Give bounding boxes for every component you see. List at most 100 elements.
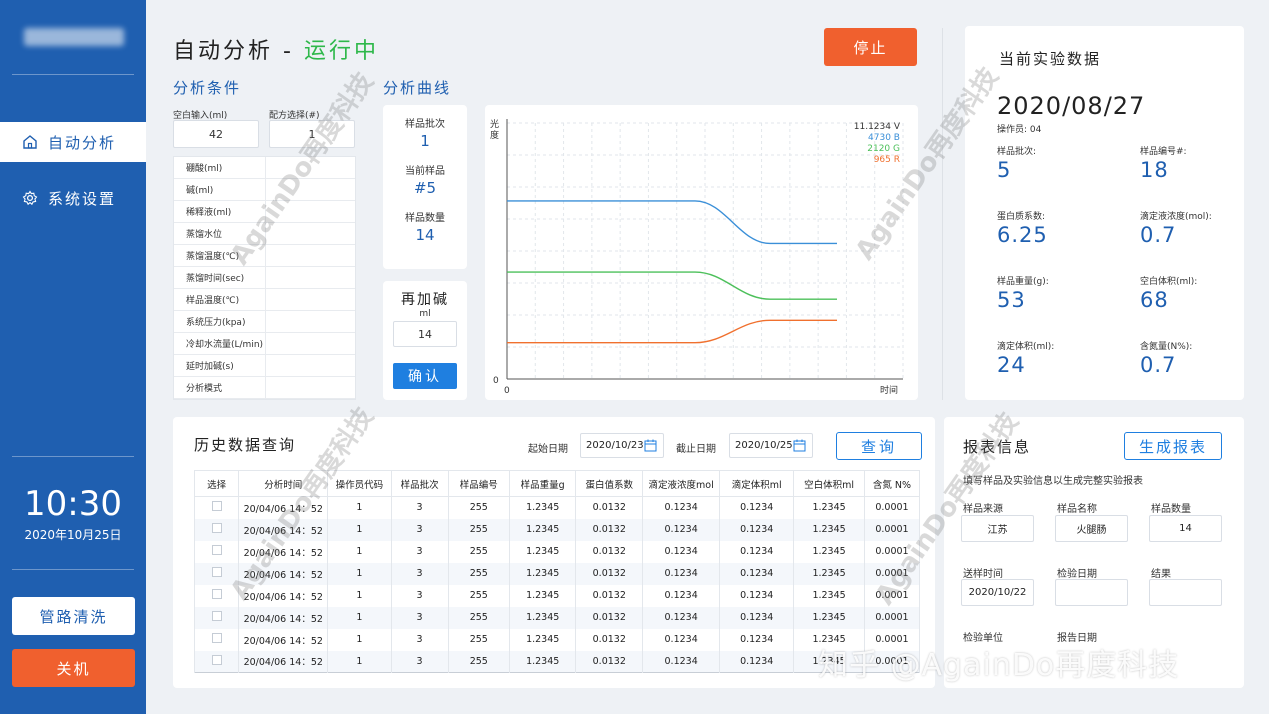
sidebar: 自动分析 系统设置 10:30 2020年10月25日 管路清洗 关机 [0,0,146,714]
table-cell: 20/04/06 14：52 [238,562,329,585]
column-header: 样品编号 [447,470,510,497]
sample-name-input[interactable]: 火腿肠 [1055,515,1128,542]
field-label: 样品批次: [997,147,1037,157]
row-checkbox[interactable] [211,611,222,621]
clock-time: 10:30 [24,484,122,524]
row-checkbox[interactable] [211,567,222,577]
legend-entry: 2120 G [867,144,900,154]
column-header: 蛋白值系数 [575,470,644,497]
table-cell: 0.0001 [863,584,921,607]
condition-value [266,157,355,178]
condition-row: 蒸馏温度(℃) [174,245,355,267]
table-cell: 255 [447,606,510,629]
table-cell: 0.1234 [642,584,721,607]
blank-input-field[interactable]: 42 [173,120,259,148]
table-row[interactable]: 20/04/06 14：52 1 3 255 1.2345 0.0132 0.1234 0.1… [193,628,921,651]
column-header: 空白体积ml [793,470,865,497]
divider [12,456,134,457]
query-button[interactable]: 查询 [836,432,922,460]
table-cell: 1 [327,650,392,673]
table-row[interactable]: 20/04/06 14：52 1 3 255 1.2345 0.0132 0.1234 0.1… [193,584,921,607]
condition-value [266,179,355,200]
batch-value: 1 [420,132,430,150]
curve-heading: 分析曲线 [383,79,452,97]
table-cell: 1.2345 [793,562,865,585]
start-date-input[interactable]: 2020/10/23 [580,433,664,458]
field-label: 滴定体积(ml): [997,342,1055,352]
app-logo [24,28,124,46]
check-date-input[interactable] [1055,579,1128,606]
table-row[interactable]: 20/04/06 14：52 1 3 255 1.2345 0.0132 0.1234 0.1… [193,606,921,629]
row-checkbox[interactable] [211,654,222,665]
table-cell: 0.1234 [642,628,721,651]
table-cell: 20/04/06 14：52 [238,628,329,651]
table-row[interactable]: 20/04/06 14：52 1 3 255 1.2345 0.0132 0.1234 0.1… [193,650,921,673]
series-line [507,271,837,300]
sample-info-card: 样品批次 1 当前样品 #5 样品数量 14 [383,105,467,269]
table-row[interactable]: 20/04/06 14：52 1 3 255 1.2345 0.0132 0.1234 0.1… [193,562,921,585]
table-cell: 20/04/06 14：52 [238,496,329,519]
sample-qty-input[interactable]: 14 [1149,515,1222,542]
table-cell: 0.1234 [719,540,795,563]
condition-row: 分析模式 [174,377,355,399]
confirm-button[interactable]: 确认 [393,363,457,389]
table-cell: 255 [447,584,510,607]
table-cell: 3 [390,518,449,541]
pipe-clean-button[interactable]: 管路清洗 [12,597,135,635]
end-date-input[interactable]: 2020/10/25 [729,433,813,458]
sample-count-value: 14 [415,226,435,244]
table-cell: 0.1234 [719,518,795,541]
table-cell: 20/04/06 14：52 [238,584,329,607]
send-time-input[interactable]: 2020/10/22 [961,579,1034,606]
condition-value [266,289,355,310]
condition-value [266,311,355,332]
table-cell: 0.0132 [575,518,644,541]
table-cell: 0.1234 [642,496,721,519]
table-cell: 3 [390,562,449,585]
shutdown-button[interactable]: 关机 [12,649,135,687]
table-cell: 3 [390,584,449,607]
stop-button[interactable]: 停止 [824,28,917,66]
current-data-title: 当前实验数据 [999,50,1102,68]
table-row[interactable]: 20/04/06 14：52 1 3 255 1.2345 0.0132 0.1234 0.1… [193,518,921,541]
current-sample-value: #5 [413,179,437,197]
table-cell: 0.0132 [575,584,644,607]
generate-report-button[interactable]: 生成报表 [1124,432,1222,460]
table-cell: 3 [390,628,449,651]
condition-row: 系统压力(kpa) [174,311,355,333]
table-row[interactable]: 20/04/06 14：52 1 3 255 1.2345 0.0132 0.1234 0.1… [193,496,921,519]
report-hint: 填写样品及实验信息以生成完整实验报表 [963,476,1143,487]
row-checkbox-cell [193,562,240,585]
calendar-icon[interactable] [644,439,657,452]
column-header: 分析时间 [238,470,329,497]
table-cell: 1.2345 [508,496,577,519]
sample-source-input[interactable]: 江苏 [961,515,1034,542]
nav-item-auto-analysis[interactable]: 自动分析 [0,122,146,162]
calendar-icon[interactable] [793,439,806,452]
result-input[interactable] [1149,579,1222,606]
nav-item-system-settings[interactable]: 系统设置 [0,178,146,218]
table-cell: 255 [447,540,510,563]
condition-label: 样品温度(℃) [174,289,266,310]
row-checkbox[interactable] [211,523,222,533]
legend-entry: 11.1234 V [854,122,901,132]
row-checkbox-cell [193,584,240,607]
row-checkbox[interactable] [211,589,222,599]
table-cell: 20/04/06 14：52 [238,540,329,563]
table-cell: 0.1234 [642,606,721,629]
formula-select[interactable]: 1 [269,120,355,148]
row-checkbox-cell [193,628,240,651]
divider [12,74,134,75]
field-value: 53 [997,288,1026,312]
row-checkbox[interactable] [211,545,222,555]
row-checkbox[interactable] [211,501,222,512]
add-alkali-input[interactable]: 14 [393,321,457,347]
table-cell: 1 [327,584,392,607]
table-row[interactable]: 20/04/06 14：52 1 3 255 1.2345 0.0132 0.1234 0.1… [193,540,921,563]
condition-row: 蒸馏时间(sec) [174,267,355,289]
table-cell: 0.1234 [719,562,795,585]
table-cell: 20/04/06 14：52 [238,650,329,673]
current-sample-label: 当前样品 [405,166,445,177]
row-checkbox-cell [193,540,240,563]
row-checkbox[interactable] [211,633,222,643]
